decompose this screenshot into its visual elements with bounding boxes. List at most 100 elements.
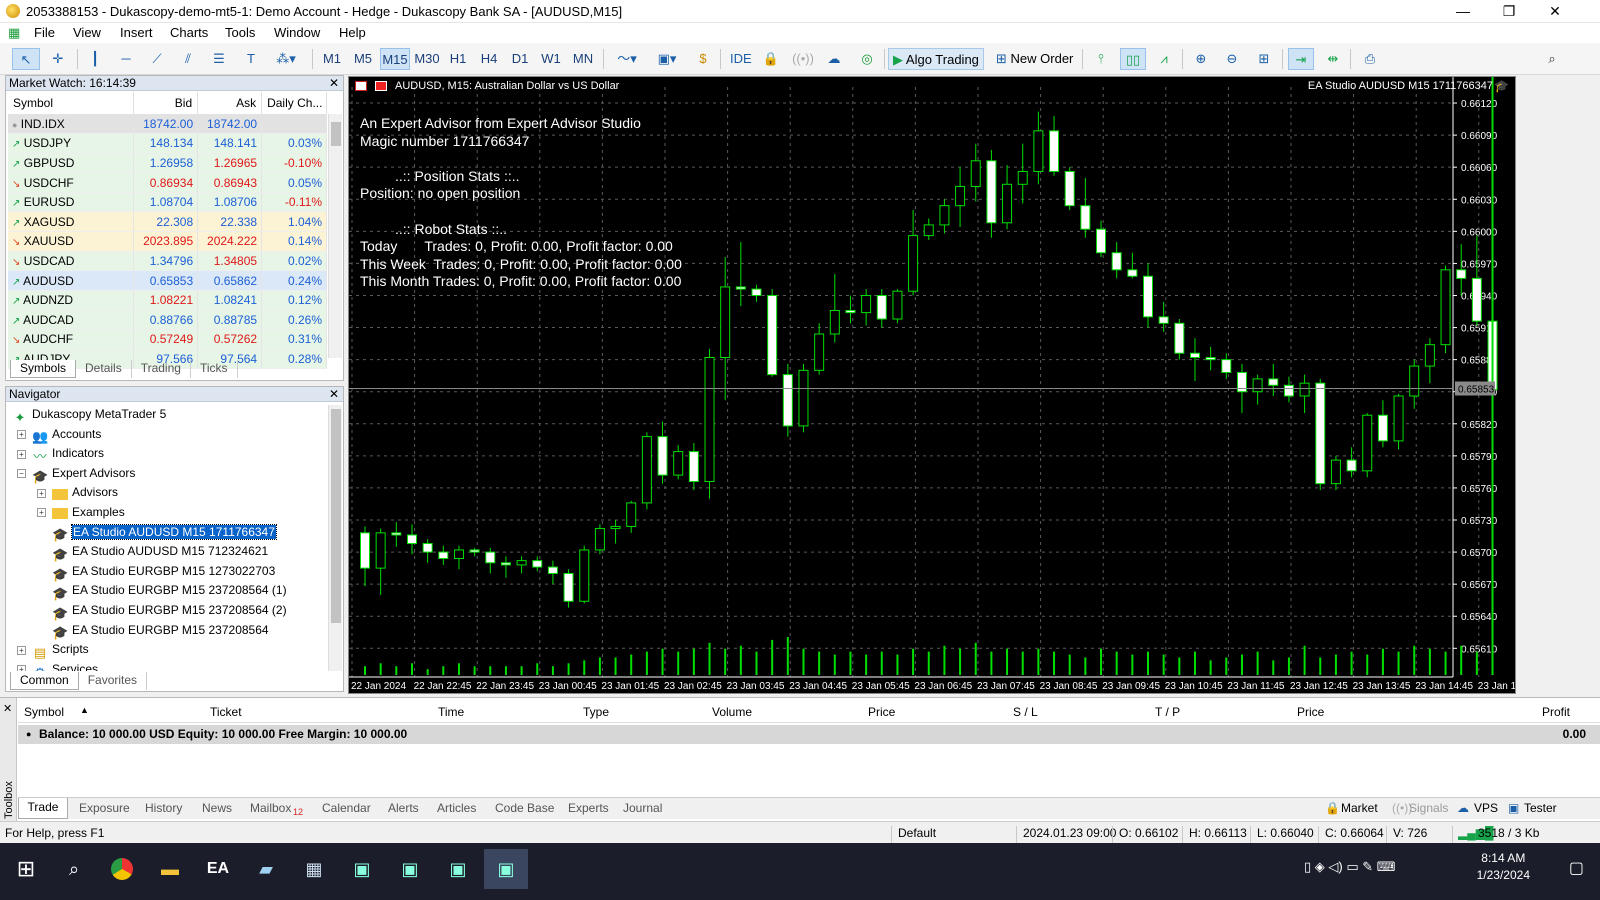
expand-icon[interactable]: + bbox=[17, 665, 26, 671]
shapes-dropdown-icon[interactable]: ⁂▾ bbox=[268, 48, 304, 70]
tab-journal[interactable]: Journal bbox=[623, 801, 662, 815]
menu-help[interactable]: Help bbox=[339, 25, 366, 40]
column-ask[interactable]: Ask bbox=[197, 92, 263, 114]
close-icon[interactable]: ✕ bbox=[329, 76, 339, 90]
equidistant-channel-icon[interactable]: ⫽ bbox=[175, 48, 201, 70]
expand-icon[interactable]: + bbox=[17, 429, 26, 439]
market-watch-scrollbar[interactable] bbox=[328, 114, 342, 358]
navigator-item[interactable]: 🎓 EA Studio AUDUSD M15 712324621 bbox=[37, 542, 268, 562]
search-icon[interactable]: ⌕ bbox=[52, 849, 96, 889]
col-symbol[interactable]: Symbol bbox=[24, 705, 64, 719]
market-watch-row[interactable]: ● IND.IDX 18742.00 18742.00 bbox=[8, 114, 327, 135]
tray-icons[interactable]: ▯ ◈ ◁) ▭ ✎ ⌨ bbox=[1304, 859, 1395, 875]
market-watch-row[interactable]: ↗ USDJPY 148.134 148.141 0.03% bbox=[8, 133, 327, 154]
signals-icon[interactable]: ((•)) bbox=[791, 48, 815, 70]
vps-icon[interactable]: ◎ bbox=[855, 48, 879, 70]
market-lock-icon[interactable]: 🔒 bbox=[760, 48, 782, 70]
navigator-item[interactable]: + ▤ Scripts bbox=[17, 640, 89, 660]
expand-icon[interactable]: + bbox=[37, 508, 46, 518]
tile-windows-icon[interactable]: ⊞ bbox=[1252, 48, 1276, 70]
taskbar-clock[interactable]: 8:14 AM 1/23/2024 bbox=[1477, 850, 1530, 884]
ea-studio-icon[interactable]: EA bbox=[196, 849, 240, 889]
column-bid[interactable]: Bid bbox=[133, 92, 199, 114]
menu-charts[interactable]: Charts bbox=[170, 25, 208, 40]
tab-favorites[interactable]: Favorites bbox=[79, 672, 148, 690]
trendline-icon[interactable]: ⟋ bbox=[144, 48, 170, 70]
tab-common[interactable]: Common bbox=[10, 672, 79, 690]
screenshot-icon[interactable]: ⎙ bbox=[1358, 48, 1382, 70]
terminal-menu-icon[interactable]: ▦ bbox=[8, 25, 20, 41]
navigator-item[interactable]: 🎓 EA Studio EURGBP M15 237208564 (1) bbox=[37, 581, 287, 601]
timeframe-w1[interactable]: W1 bbox=[537, 48, 565, 70]
menu-window[interactable]: Window bbox=[274, 25, 320, 40]
market-watch-row[interactable]: ↗ AUDCAD 0.88766 0.88785 0.26% bbox=[8, 309, 327, 331]
market-watch-row[interactable]: ↗ EURUSD 1.08704 1.08706 -0.11% bbox=[8, 192, 327, 213]
col-current-price[interactable]: Price bbox=[1297, 705, 1324, 719]
windows-start-icon[interactable]: ⊞ bbox=[4, 849, 48, 889]
chart-shift-icon[interactable]: ⇹ bbox=[1320, 48, 1346, 70]
timeframe-m5[interactable]: M5 bbox=[349, 48, 377, 70]
tab-symbols[interactable]: Symbols bbox=[10, 360, 77, 378]
navigator-item[interactable]: + 👥 Accounts bbox=[17, 425, 101, 444]
menu-file[interactable]: File bbox=[34, 25, 55, 40]
menu-insert[interactable]: Insert bbox=[120, 25, 153, 40]
col-tp[interactable]: T / P bbox=[1155, 705, 1180, 719]
timeframe-m1[interactable]: M1 bbox=[318, 48, 346, 70]
status-profile[interactable]: Default bbox=[898, 826, 936, 840]
timeframe-h1[interactable]: H1 bbox=[444, 48, 472, 70]
zoom-in-icon[interactable]: ⊕ bbox=[1189, 48, 1213, 70]
tab-history[interactable]: History bbox=[145, 801, 182, 815]
timeframe-m15[interactable]: M15 bbox=[380, 48, 410, 70]
bar-chart-icon[interactable]: ⫯ bbox=[1089, 48, 1113, 70]
market-watch-row[interactable]: ↘ AUDCHF 0.57249 0.57262 0.31% bbox=[8, 329, 327, 350]
horizontal-line-icon[interactable]: ─ bbox=[113, 48, 139, 70]
expand-icon[interactable]: + bbox=[17, 645, 26, 655]
navigator-item[interactable]: ✦ Dukascopy MetaTrader 5 bbox=[12, 405, 167, 425]
file-explorer-icon[interactable]: ▬ bbox=[148, 849, 192, 889]
notepad-icon[interactable]: ▰ bbox=[244, 849, 288, 889]
navigator-item[interactable]: + Advisors bbox=[37, 483, 118, 502]
mt5-terminal-icon[interactable]: ▣ bbox=[388, 849, 432, 889]
navigator-item[interactable]: + Examples bbox=[37, 503, 125, 522]
expand-icon[interactable]: + bbox=[17, 449, 26, 459]
navigator-item[interactable]: 🎓 EA Studio EURGBP M15 237208564 bbox=[37, 621, 269, 641]
cursor-icon[interactable]: ↖ bbox=[12, 48, 40, 70]
market-watch-row[interactable]: ↗ AUDNZD 1.08221 1.08241 0.12% bbox=[8, 290, 327, 311]
collapse-icon[interactable]: − bbox=[17, 469, 26, 479]
market-watch-row[interactable]: ↘ XAUUSD 2023.895 2024.222 0.14% bbox=[8, 231, 327, 252]
tab-trade[interactable]: Trade bbox=[18, 798, 68, 819]
templates-dropdown-icon[interactable]: ▣▾ bbox=[648, 48, 686, 70]
mt5-terminal-icon[interactable]: ▣ bbox=[436, 849, 480, 889]
menu-view[interactable]: View bbox=[73, 25, 101, 40]
ide-button[interactable]: IDE bbox=[726, 48, 756, 70]
timeframe-h4[interactable]: H4 bbox=[475, 48, 503, 70]
new-order-button[interactable]: ⊞ New Order bbox=[992, 48, 1077, 70]
notification-icon[interactable]: ▢ bbox=[1569, 858, 1584, 878]
candlestick-chart-icon[interactable]: ▯▯ bbox=[1120, 48, 1146, 70]
tab-mailbox[interactable]: Mailbox bbox=[250, 801, 291, 815]
cloud-icon[interactable]: ☁ bbox=[822, 48, 846, 70]
close-icon[interactable]: ✕ bbox=[3, 702, 12, 715]
col-profit[interactable]: Profit bbox=[1542, 705, 1570, 719]
col-ticket[interactable]: Ticket bbox=[210, 705, 242, 719]
chrome-icon[interactable] bbox=[100, 849, 144, 889]
minimize-button[interactable]: — bbox=[1440, 0, 1486, 23]
autoscroll-icon[interactable]: ⇥ bbox=[1288, 48, 1314, 70]
col-time[interactable]: Time bbox=[438, 705, 464, 719]
tab-ticks[interactable]: Ticks bbox=[191, 360, 238, 378]
mt5-terminal-active-icon[interactable]: ▣ bbox=[484, 849, 528, 889]
chart-window[interactable]: 0.661200.660900.660600.660300.660000.659… bbox=[348, 76, 1516, 694]
navigator-scrollbar[interactable] bbox=[328, 405, 342, 671]
mt5-terminal-icon[interactable]: ▣ bbox=[340, 849, 384, 889]
col-volume[interactable]: Volume bbox=[712, 705, 752, 719]
column-daily-change[interactable]: Daily Ch... bbox=[261, 92, 327, 114]
close-icon[interactable]: ✕ bbox=[329, 387, 339, 401]
algo-trading-button[interactable]: ▶ Algo Trading bbox=[888, 48, 984, 70]
maximize-button[interactable]: ❐ bbox=[1486, 0, 1532, 23]
text-tool-icon[interactable]: T bbox=[238, 48, 264, 70]
close-button[interactable]: ✕ bbox=[1532, 0, 1578, 23]
navigator-item[interactable]: 🎓 EA Studio EURGBP M15 237208564 (2) bbox=[37, 601, 287, 621]
line-chart-icon[interactable]: ⩘ bbox=[1152, 48, 1176, 70]
tab-articles[interactable]: Articles bbox=[437, 801, 476, 815]
tab-news[interactable]: News bbox=[202, 801, 232, 815]
